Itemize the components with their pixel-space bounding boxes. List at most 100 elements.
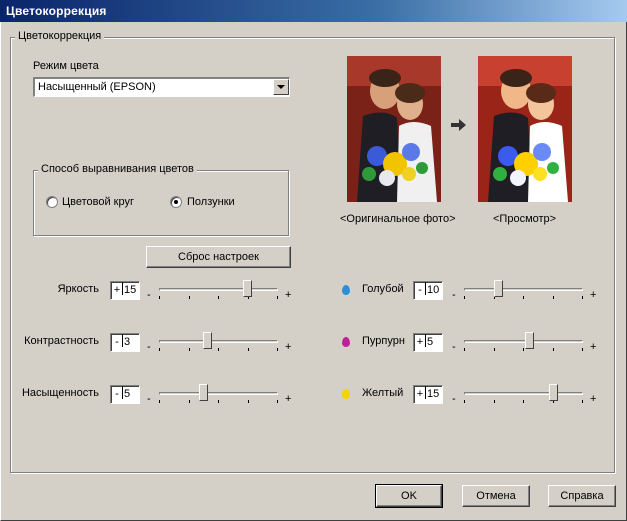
couple-preview-image [478, 56, 572, 202]
value-sign: + [113, 284, 121, 296]
slider-tick [248, 400, 249, 403]
main-group-label: Цветокоррекция [15, 30, 105, 42]
color-mode-select[interactable]: Насыщенный (EPSON) [33, 77, 290, 97]
slider-max-label: + [590, 289, 597, 301]
preview-photo-label: <Просмотр> [493, 213, 557, 225]
slider-tick [189, 296, 190, 299]
slider[interactable] [157, 332, 280, 362]
slider[interactable] [462, 280, 585, 310]
value-separator [425, 282, 426, 295]
slider-tick [494, 348, 495, 351]
slider-max-label: + [285, 289, 292, 301]
cancel-button[interactable]: Отмена [462, 485, 530, 507]
reset-button[interactable]: Сброс настроек [146, 246, 291, 268]
slider-label: Желтый [362, 387, 404, 399]
help-button[interactable]: Справка [548, 485, 616, 507]
slider-thumb[interactable] [494, 280, 503, 297]
slider-label: Контрастность [24, 335, 99, 347]
slider-label: Пурпурн [362, 335, 405, 347]
slider-label: Яркость [57, 283, 99, 295]
radio-color-wheel-label[interactable]: Цветовой круг [62, 196, 134, 208]
ink-drop-icon [342, 337, 350, 347]
slider-max-label: + [590, 393, 597, 405]
slider-min-label: - [452, 393, 456, 405]
value-number: 10 [427, 284, 440, 296]
window-title: Цветокоррекция [6, 4, 107, 18]
slider-min-label: - [147, 341, 151, 353]
value-separator [425, 386, 426, 399]
radio-color-wheel[interactable] [46, 196, 58, 208]
ink-drop-icon [342, 389, 350, 399]
slider-label: Голубой [362, 283, 404, 295]
slider-tick [248, 348, 249, 351]
slider-thumb[interactable] [243, 280, 252, 297]
chevron-down-icon[interactable] [273, 79, 289, 95]
slider-tick [159, 348, 160, 351]
slider-track[interactable] [159, 392, 278, 395]
slider-thumb[interactable] [199, 384, 208, 401]
value-separator [425, 334, 426, 347]
slider[interactable] [462, 384, 585, 414]
slider-value-field[interactable]: -10 [413, 281, 443, 300]
slider-tick [553, 348, 554, 351]
value-number: 15 [124, 284, 137, 296]
slider-tick [159, 296, 160, 299]
slider-tick [464, 400, 465, 403]
arrow-right-icon [451, 119, 467, 134]
slider-label: Насыщенность [21, 387, 99, 399]
slider-value-field[interactable]: +15 [110, 281, 140, 300]
slider-tick [218, 348, 219, 351]
slider-tick [159, 400, 160, 403]
slider-tick [523, 400, 524, 403]
slider-thumb[interactable] [203, 332, 212, 349]
slider-min-label: - [452, 289, 456, 301]
slider-tick [464, 348, 465, 351]
slider-tick [553, 296, 554, 299]
slider[interactable] [157, 384, 280, 414]
slider-tick [494, 400, 495, 403]
original-photo [347, 56, 441, 202]
slider-tick [582, 296, 583, 299]
ok-button[interactable]: OK [375, 484, 443, 508]
slider[interactable] [462, 332, 585, 362]
slider-min-label: - [452, 341, 456, 353]
slider-tick [218, 400, 219, 403]
radio-sliders-label[interactable]: Ползунки [187, 196, 235, 208]
slider-value-field[interactable]: -5 [110, 385, 140, 404]
value-number: 5 [124, 388, 131, 400]
value-sign: - [418, 284, 422, 296]
slider[interactable] [157, 280, 280, 310]
value-sign: + [416, 336, 424, 348]
slider-max-label: + [285, 393, 292, 405]
slider-tick [523, 348, 524, 351]
slider-thumb[interactable] [525, 332, 534, 349]
slider-track[interactable] [464, 340, 583, 343]
slider-tick [189, 400, 190, 403]
slider-track[interactable] [464, 288, 583, 291]
slider-thumb[interactable] [549, 384, 558, 401]
slider-max-label: + [590, 341, 597, 353]
slider-min-label: - [147, 393, 151, 405]
slider-tick [277, 348, 278, 351]
slider-tick [582, 348, 583, 351]
value-number: 15 [427, 388, 440, 400]
color-mode-value: Насыщенный (EPSON) [38, 81, 156, 93]
slider-value-field[interactable]: -3 [110, 333, 140, 352]
preview-photo [478, 56, 572, 202]
slider-tick [464, 296, 465, 299]
slider-tick [189, 348, 190, 351]
slider-value-field[interactable]: +15 [413, 385, 443, 404]
value-separator [122, 334, 123, 347]
slider-track[interactable] [159, 340, 278, 343]
slider-tick [277, 400, 278, 403]
title-bar: Цветокоррекция [0, 0, 627, 22]
slider-track[interactable] [159, 288, 278, 291]
slider-tick [277, 296, 278, 299]
original-photo-label: <Оригинальное фото> [340, 213, 456, 225]
slider-value-field[interactable]: +5 [413, 333, 443, 352]
slider-tick [218, 296, 219, 299]
slider-tick [582, 400, 583, 403]
radio-sliders[interactable] [170, 196, 182, 208]
slider-track[interactable] [464, 392, 583, 395]
slider-max-label: + [285, 341, 292, 353]
